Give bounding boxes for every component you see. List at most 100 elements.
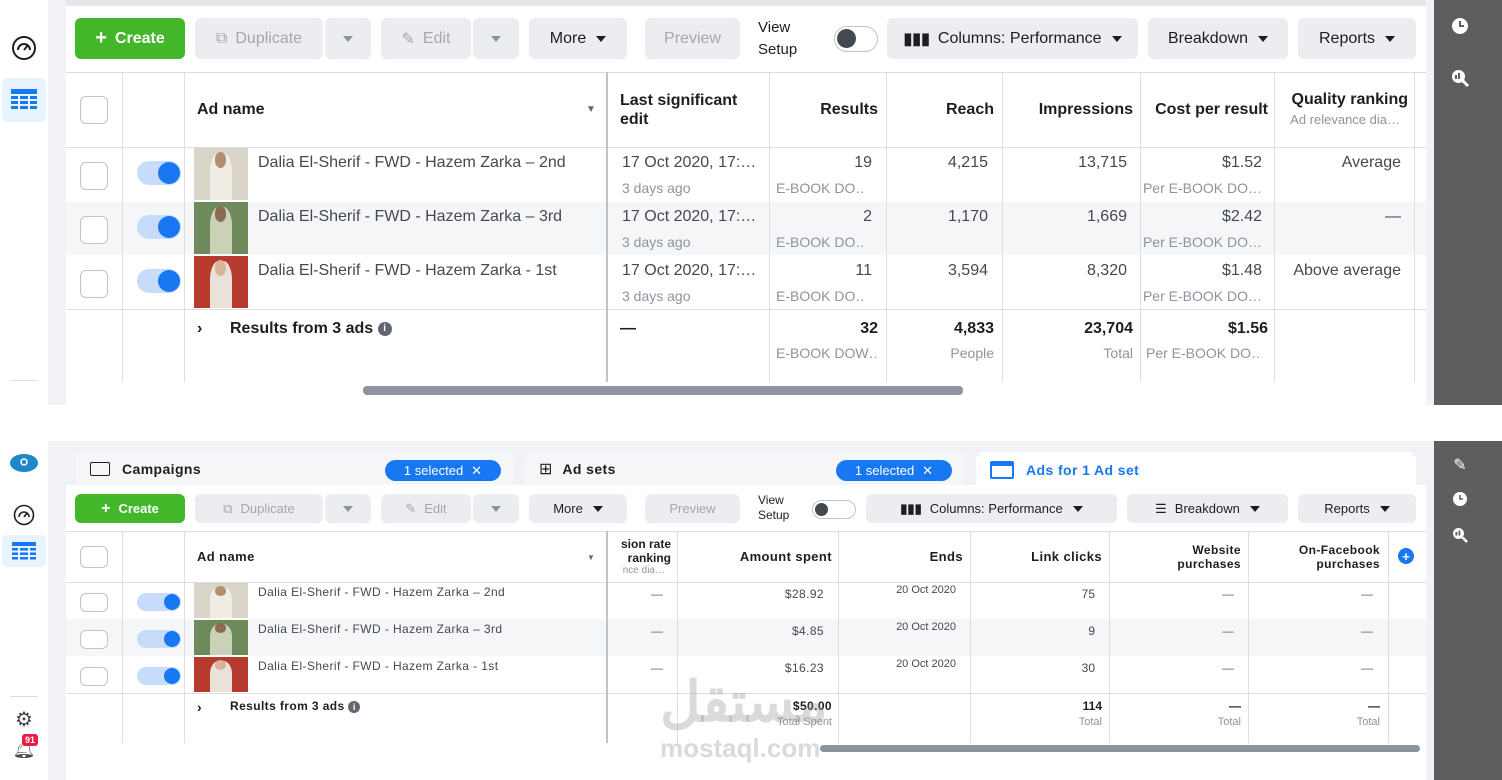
column-header-reach[interactable]: Reach [894,101,994,119]
edit-dropdown-button[interactable] [473,18,519,59]
search-insights-icon[interactable] [1450,68,1470,88]
ad-status-toggle[interactable] [137,215,181,239]
duplicate-button[interactable]: ⧉ Duplicate [195,18,323,59]
tab-ads[interactable]: Ads for 1 Ad set [976,452,1416,488]
col-divider [122,531,123,743]
summary-expand-chevron-icon[interactable]: › [197,699,202,715]
chevron-down-icon [1072,505,1083,512]
table-row-last-edit: 17 Oct 2020, 17:… [622,262,757,279]
ad-status-toggle[interactable] [137,269,181,293]
col-divider [1388,531,1389,743]
row-checkbox[interactable] [80,630,108,649]
view-setup-toggle[interactable] [812,500,856,519]
breakdown-button[interactable]: ☰ Breakdown [1127,494,1288,523]
horizontal-scrollbar[interactable] [820,745,1420,752]
clock-icon[interactable] [1450,489,1470,509]
table-row-ad-name[interactable]: Dalia El-Sherif - FWD - Hazem Zarka - 1s… [258,659,598,673]
column-header-last-edit[interactable]: Last significant edit [620,91,737,129]
column-header-conversion-ranking[interactable]: sion rate ranking [607,537,671,565]
create-button[interactable]: + Create [75,494,185,523]
ad-thumbnail-image[interactable] [194,583,248,618]
reports-button[interactable]: Reports [1298,494,1416,523]
select-all-checkbox[interactable] [80,96,108,124]
table-row-cost-sub: Per E-BOOK DO… [1142,180,1262,196]
preview-label: Preview [669,501,716,516]
row-checkbox[interactable] [80,593,108,612]
ad-status-toggle[interactable] [137,593,181,611]
campaigns-selected-pill[interactable]: 1 selected ✕ [385,460,501,481]
table-row-cost: $1.48 [1221,262,1262,279]
create-button[interactable]: + Create [75,18,185,59]
ad-thumbnail-image[interactable] [194,657,248,692]
edit-button[interactable]: ✎ Edit [381,494,471,523]
table-row-amount-spent: $16.23 [784,661,824,675]
table-row-ad-name[interactable]: Dalia El-Sherif - FWD - Hazem Zarka – 2n… [258,154,598,172]
column-header-cost-per-result[interactable]: Cost per result [1146,101,1268,119]
more-button[interactable]: More [529,18,627,59]
search-insights-icon[interactable] [1450,525,1470,545]
view-setup-toggle[interactable] [834,26,878,52]
row-checkbox[interactable] [80,270,108,298]
ads-manager-table-icon[interactable] [2,535,46,567]
column-header-website-purchases[interactable]: Website purchases [1116,543,1241,571]
pencil-icon[interactable]: ✎ [1450,455,1470,475]
business-logo-icon[interactable] [10,453,38,473]
sort-caret-icon[interactable]: ▼ [587,553,595,562]
summary-reach: 4,833 [953,320,994,337]
duplicate-dropdown-button[interactable] [325,18,371,59]
breakdown-button[interactable]: Breakdown [1148,18,1288,59]
select-all-checkbox[interactable] [80,546,108,568]
ad-sets-selected-pill[interactable]: 1 selected ✕ [836,460,952,481]
dashboard-gauge-icon[interactable] [12,503,36,527]
gear-icon[interactable]: ⚙ [12,707,36,731]
bottom-panel: ⚙ 🔔︎ 91 ✎ Campaigns 1 selected ✕ ⊞ Ad set… [0,441,1502,780]
ad-thumbnail-image[interactable] [194,256,248,308]
info-icon[interactable]: i [348,700,361,713]
column-header-link-clicks[interactable]: Link clicks [977,549,1102,564]
table-row-ad-name[interactable]: Dalia El-Sherif - FWD - Hazem Zarka – 3r… [258,208,598,226]
column-header-impressions[interactable]: Impressions [1010,101,1133,119]
column-header-amount-spent[interactable]: Amount spent [684,549,832,564]
close-icon[interactable]: ✕ [471,463,482,479]
reports-button[interactable]: Reports [1298,18,1416,59]
row-checkbox[interactable] [80,162,108,190]
columns-label: Columns: Performance [929,501,1063,516]
columns-button[interactable]: ▮▮▮ Columns: Performance [866,494,1117,523]
horizontal-scrollbar[interactable] [363,386,963,395]
row-checkbox[interactable] [80,667,108,686]
table-row-ad-name[interactable]: Dalia El-Sherif - FWD - Hazem Zarka – 2n… [258,585,598,599]
close-icon[interactable]: ✕ [922,463,933,479]
clock-icon[interactable] [1450,16,1470,36]
ad-status-toggle[interactable] [137,630,181,648]
ad-thumbnail-image[interactable] [194,620,248,655]
more-button[interactable]: More [529,494,627,523]
column-header-results[interactable]: Results [778,101,878,119]
column-header-quality-ranking[interactable]: Quality ranking [1280,91,1408,109]
ad-status-toggle[interactable] [137,161,181,185]
duplicate-button[interactable]: ⧉ Duplicate [195,494,323,523]
table-row-ad-name[interactable]: Dalia El-Sherif - FWD - Hazem Zarka - 1s… [258,262,598,280]
sort-caret-icon[interactable]: ▼ [586,104,596,115]
summary-expand-chevron-icon[interactable]: › [197,320,202,338]
column-header-ad-name[interactable]: Ad name [197,549,255,564]
view-setup-label: View Setup [758,493,790,522]
edit-dropdown-button[interactable] [473,494,519,523]
column-header-ends[interactable]: Ends [845,549,963,564]
edit-button[interactable]: ✎ Edit [381,18,471,59]
ad-status-toggle[interactable] [137,667,181,685]
info-icon[interactable]: i [377,321,392,336]
table-row-ad-name[interactable]: Dalia El-Sherif - FWD - Hazem Zarka – 3r… [258,622,598,636]
preview-button[interactable]: Preview [645,494,740,523]
ad-thumbnail-image[interactable] [194,202,248,254]
ads-manager-table-icon[interactable] [2,78,46,122]
summary-amount: $50.00 [792,699,832,713]
preview-button[interactable]: Preview [645,18,740,59]
dashboard-gauge-icon[interactable] [10,34,38,62]
columns-button[interactable]: ▮▮▮ Columns: Performance [887,18,1138,59]
ad-thumbnail-image[interactable] [194,148,248,200]
duplicate-dropdown-button[interactable] [325,494,371,523]
column-header-on-facebook-purchases[interactable]: On-Facebook purchases [1255,543,1380,571]
row-checkbox[interactable] [80,216,108,244]
column-header-ad-name[interactable]: Ad name [197,101,265,119]
add-column-icon[interactable]: + [1398,548,1414,564]
